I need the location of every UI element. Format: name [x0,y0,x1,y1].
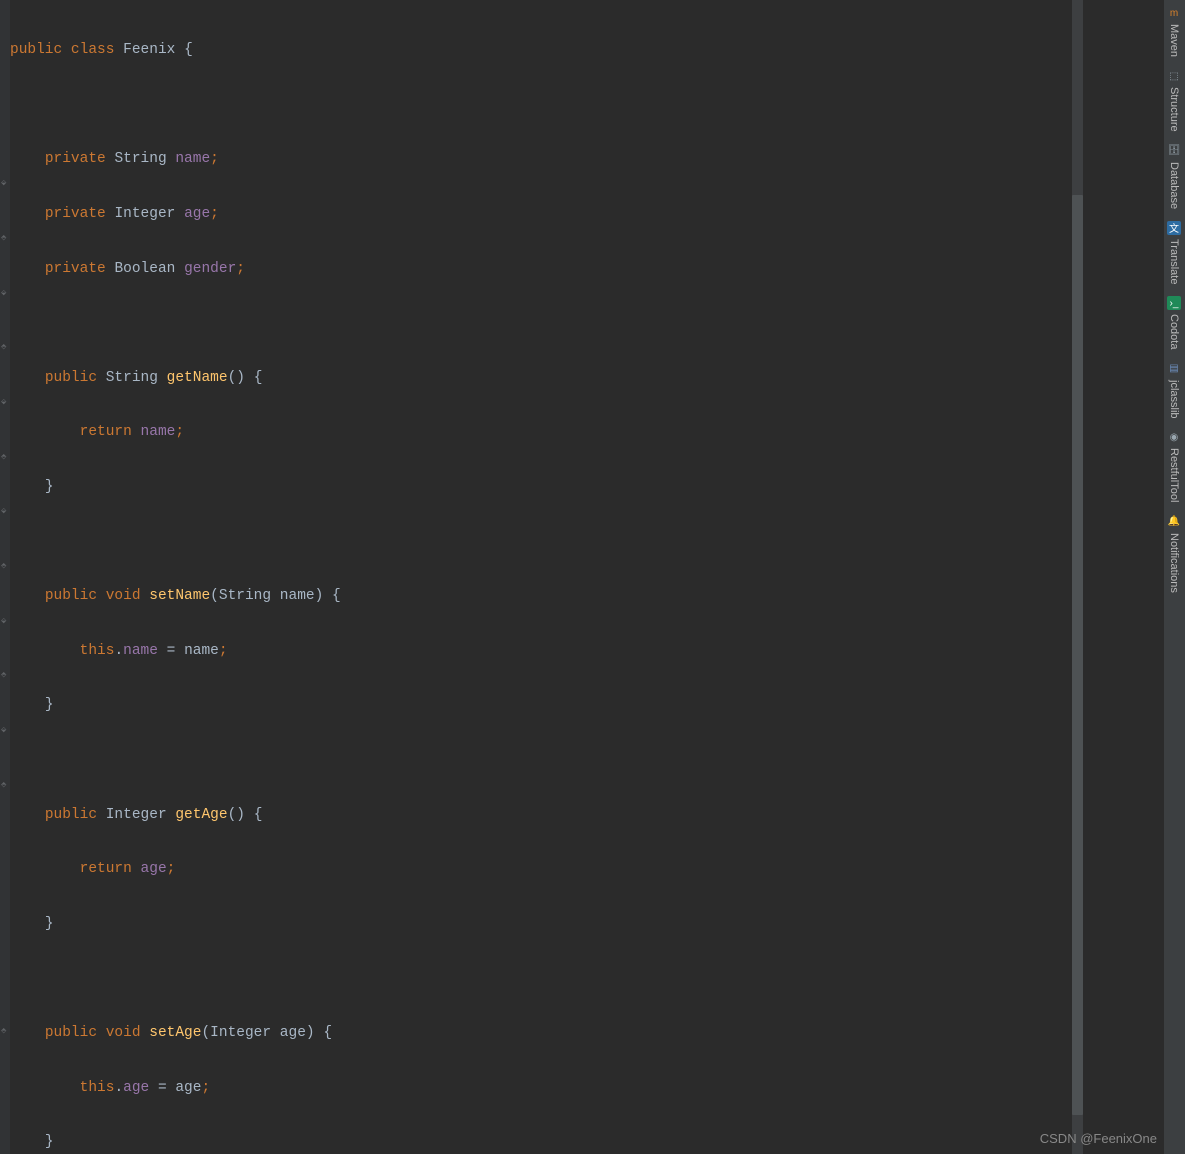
code-line: public class Feenix { [10,37,384,64]
code-line [10,92,384,119]
code-line [10,965,384,992]
gutter-hint-icon: ⬙ [1,507,9,515]
sidebar-item-label: RestfulTool [1168,448,1180,502]
code-line: private Integer age; [10,201,384,228]
editor-gutter: ⬙ ⬘ ⬙ ⬘ ⬙ ⬘ ⬙ ⬘ ⬙ ⬘ ⬙ ⬘ ⬘ [0,0,10,1154]
gutter-close-icon: ⬘ [1,453,9,461]
jclasslib-icon: ▤ [1167,362,1181,376]
right-tool-sidebar: m Maven ⬚ Structure 🗄 Database 文 Transla… [1163,0,1185,1154]
gutter-hint-icon: ⬙ [1,617,9,625]
code-content[interactable]: public class Feenix { private String nam… [10,10,384,1154]
gutter-close-icon: ⬘ [1,234,9,242]
gutter-close-icon: ⬘ [1,671,9,679]
code-line: } [10,1129,384,1154]
sidebar-item-structure[interactable]: ⬚ Structure [1164,63,1184,138]
code-line [10,310,384,337]
sidebar-item-label: Translate [1168,239,1180,284]
gutter-close-icon: ⬘ [1,781,9,789]
scrollbar-thumb[interactable] [1072,195,1083,1115]
code-line: this.age = age; [10,1075,384,1102]
restfultool-icon: ◉ [1167,430,1181,444]
code-line: public void setAge(Integer age) { [10,1020,384,1047]
sidebar-item-label: Notifications [1168,533,1180,593]
maven-icon: m [1167,6,1181,20]
code-line: return name; [10,419,384,446]
sidebar-item-database[interactable]: 🗄 Database [1164,138,1184,215]
code-line: } [10,911,384,938]
code-line [10,747,384,774]
code-line: } [10,692,384,719]
gutter-close-icon: ⬘ [1,562,9,570]
sidebar-item-label: jclasslib [1168,380,1180,419]
sidebar-item-label: Codota [1168,314,1180,349]
code-line: private String name; [10,146,384,173]
translate-icon: 文 [1167,221,1181,235]
sidebar-item-restfultool[interactable]: ◉ RestfulTool [1164,424,1184,508]
sidebar-item-codota[interactable]: ›_ Codota [1164,290,1184,355]
gutter-hint-icon: ⬙ [1,398,9,406]
code-line: public Integer getAge() { [10,802,384,829]
sidebar-item-label: Structure [1168,87,1180,132]
code-line: this.name = name; [10,638,384,665]
code-line: return age; [10,856,384,883]
watermark-text: CSDN @FeenixOne [1040,1131,1157,1146]
sidebar-item-maven[interactable]: m Maven [1164,0,1184,63]
sidebar-item-translate[interactable]: 文 Translate [1164,215,1184,290]
gutter-close-icon: ⬘ [1,343,9,351]
sidebar-item-label: Maven [1168,24,1180,57]
sidebar-item-label: Database [1168,162,1180,209]
gutter-close-icon: ⬘ [1,1027,9,1035]
gutter-hint-icon: ⬙ [1,726,9,734]
code-line: } [10,474,384,501]
gutter-hint-icon: ⬙ [1,289,9,297]
code-line: private Boolean gender; [10,256,384,283]
gutter-hint-icon: ⬙ [1,179,9,187]
code-line: public void setName(String name) { [10,583,384,610]
bell-icon: 🔔 [1167,515,1181,529]
structure-icon: ⬚ [1167,69,1181,83]
database-icon: 🗄 [1167,144,1181,158]
sidebar-item-jclasslib[interactable]: ▤ jclasslib [1164,356,1184,425]
code-line: public String getName() { [10,365,384,392]
code-line [10,529,384,556]
code-editor[interactable]: ⬙ ⬘ ⬙ ⬘ ⬙ ⬘ ⬙ ⬘ ⬙ ⬘ ⬙ ⬘ ⬘ public class F… [0,0,1072,1154]
codota-icon: ›_ [1167,296,1181,310]
sidebar-item-notifications[interactable]: 🔔 Notifications [1164,509,1184,599]
